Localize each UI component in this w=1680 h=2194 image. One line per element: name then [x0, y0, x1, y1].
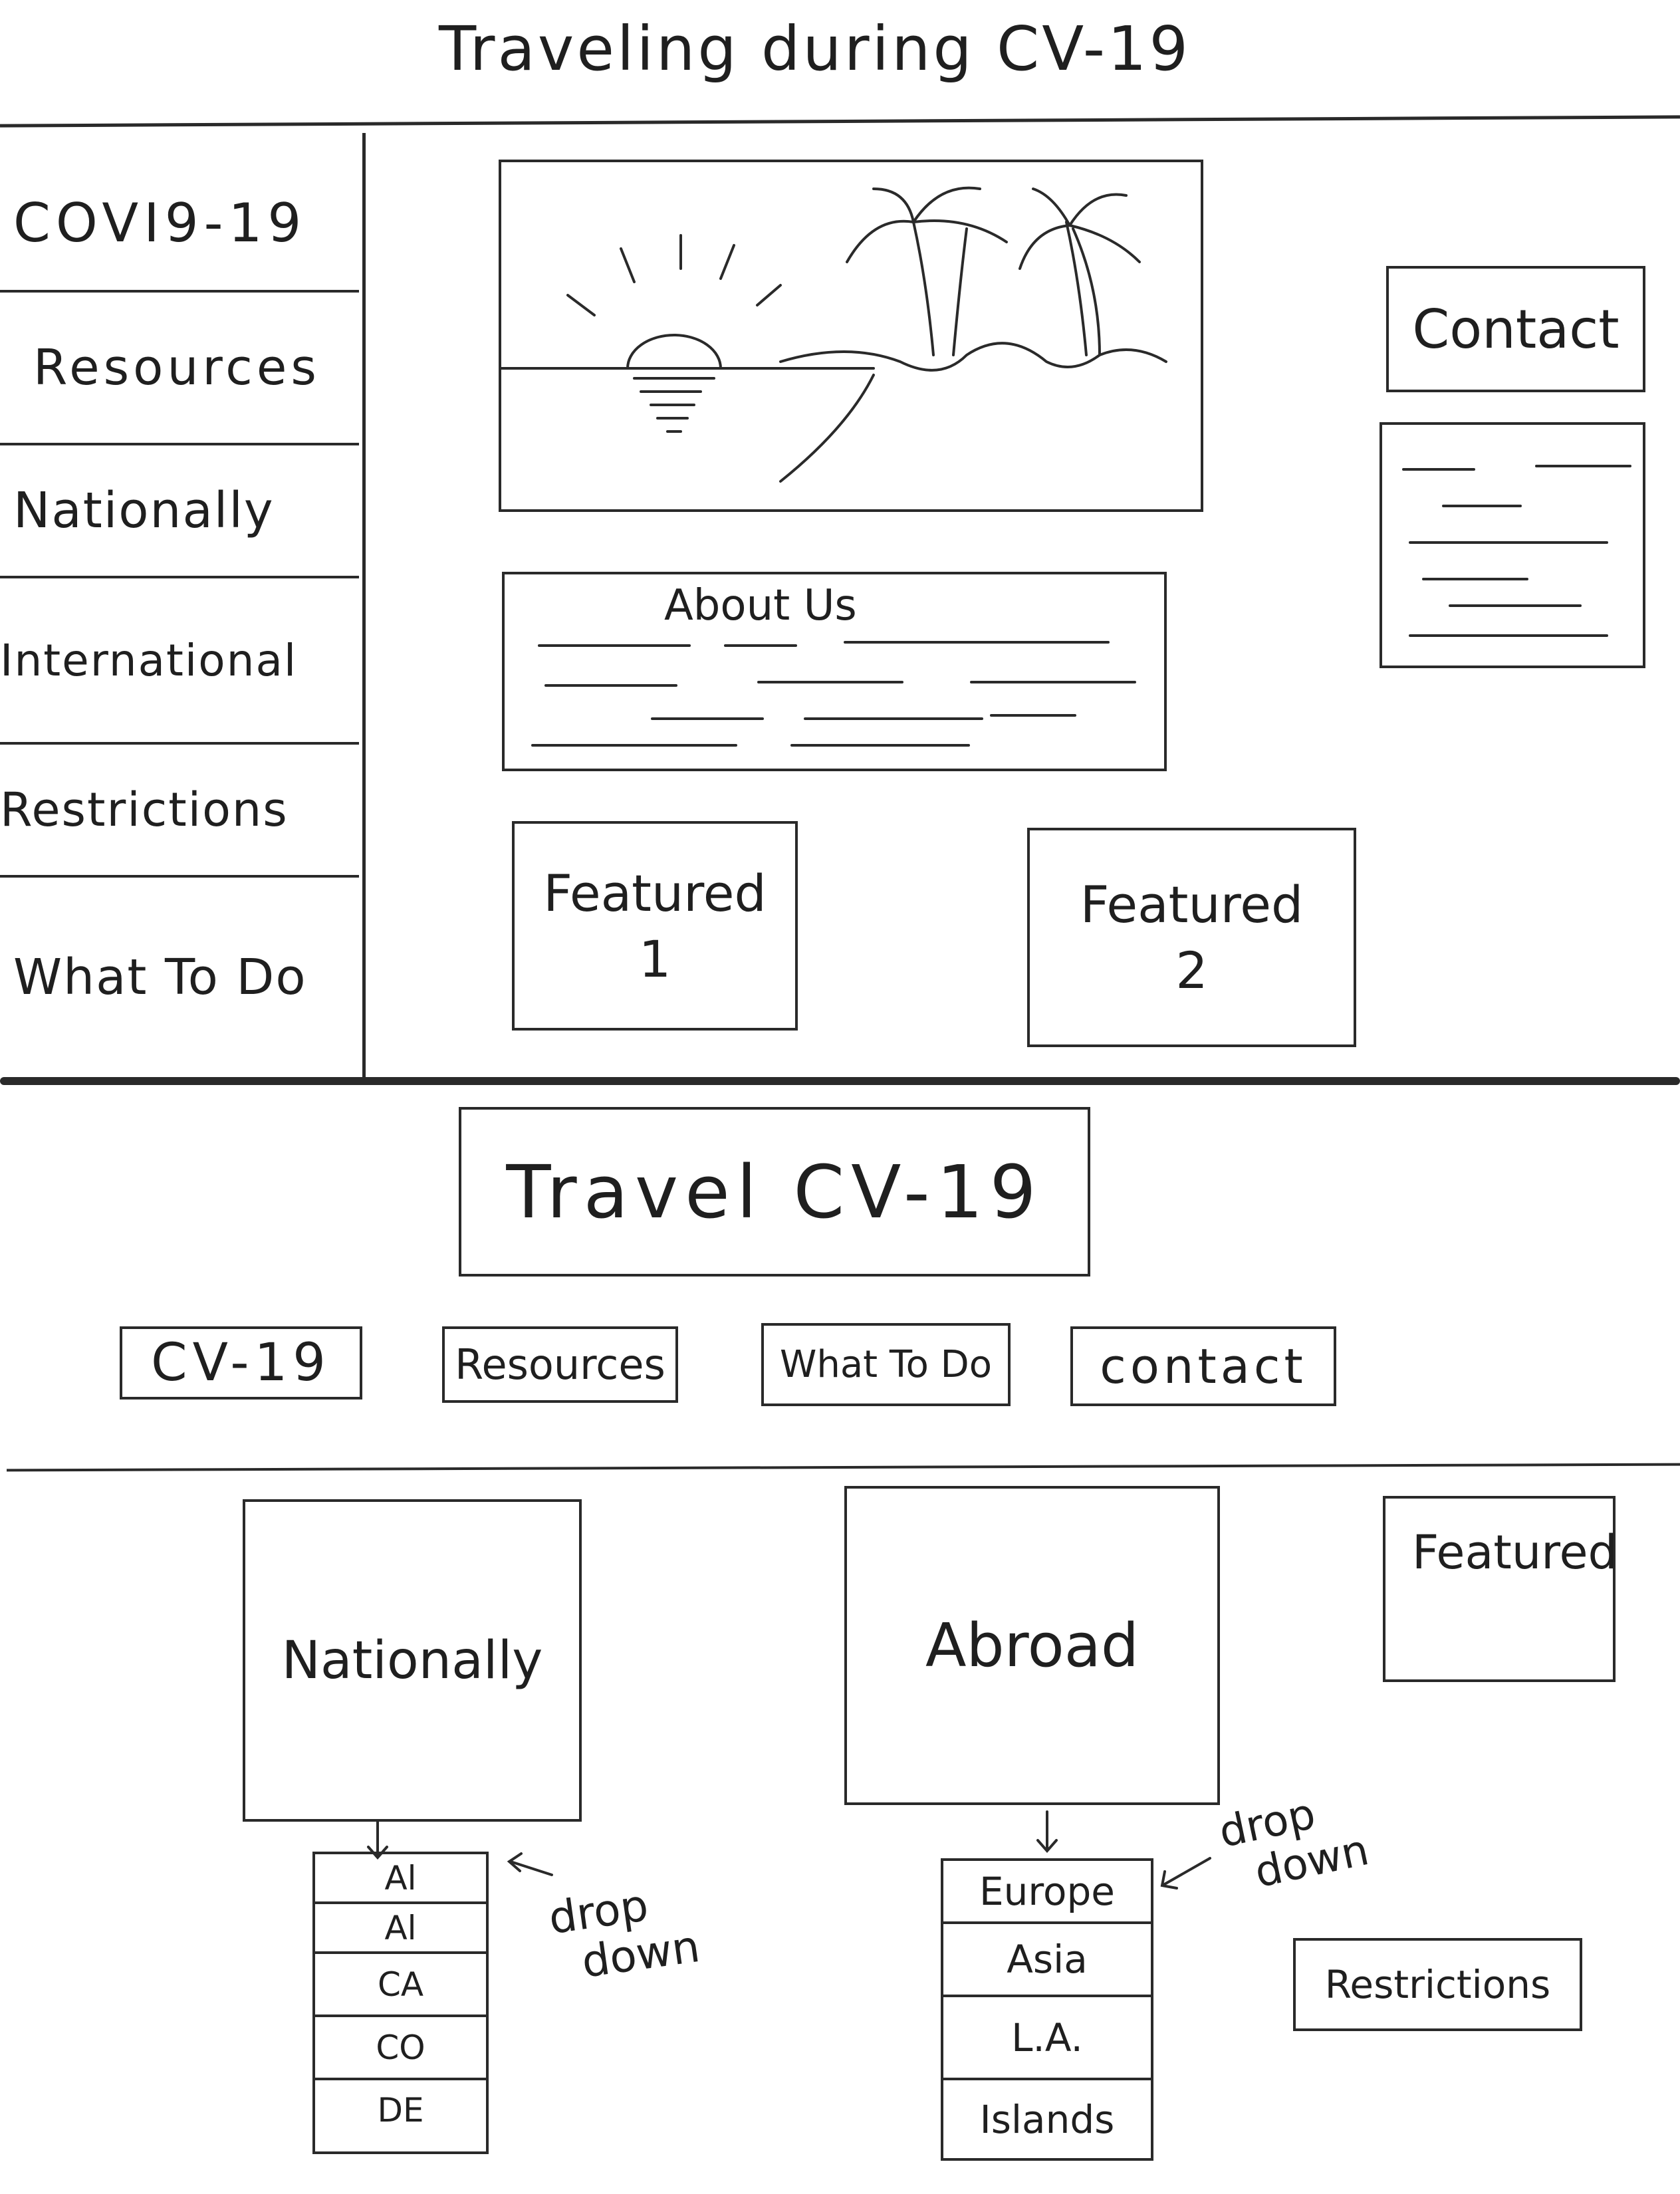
annotation-arrow-icon	[507, 1852, 553, 1876]
dropdown-option[interactable]: Europe	[943, 1861, 1151, 1924]
contact-info-panel	[1380, 422, 1645, 668]
dropdown-option[interactable]: DE	[315, 2080, 486, 2140]
sidebar-item-nationally[interactable]: Nationally	[0, 445, 359, 578]
about-us-text-line	[651, 717, 764, 720]
dropdown-option-label: L.A.	[1011, 2014, 1083, 2060]
restrictions-label: Restrictions	[1324, 1962, 1551, 2007]
sidebar-item-label: COVI9-19	[13, 192, 307, 254]
wireframe1-header-divider	[0, 115, 1680, 128]
dropdown-option[interactable]: L.A.	[943, 1997, 1151, 2080]
arrow-down-icon	[1036, 1810, 1058, 1854]
annotation-arrow-icon	[1160, 1857, 1211, 1889]
contact-button-label: Contact	[1412, 298, 1620, 360]
dropdown-option[interactable]: Al	[315, 1904, 486, 1954]
featured-panel[interactable]: Featured	[1383, 1496, 1618, 1682]
dropdown-option-label: DE	[377, 2091, 424, 2130]
nationally-panel[interactable]: Nationally	[243, 1499, 582, 1822]
sidebar-item-label: Nationally	[13, 482, 275, 539]
contact-text-line	[1422, 578, 1528, 580]
contact-text-line	[1402, 468, 1475, 471]
sidebar-item-what-to-do[interactable]: What To Do	[0, 878, 359, 1077]
sidebar-item-label: What To Do	[13, 949, 307, 1006]
about-us-heading: About Us	[664, 581, 857, 630]
hero-image	[499, 160, 1203, 512]
sidebar-item-covid19[interactable]: COVI9-19	[0, 156, 359, 293]
about-us-text-line	[990, 714, 1076, 717]
sidebar-item-label: International	[0, 634, 298, 686]
about-us-panel: About Us	[502, 572, 1167, 771]
nav-what-to-do-button[interactable]: What To Do	[761, 1323, 1011, 1406]
about-us-text-line	[538, 644, 691, 647]
wireframe1-title: Traveling during CV-19	[439, 13, 1191, 84]
contact-button[interactable]: Contact	[1386, 266, 1645, 392]
wireframe-separator	[0, 1077, 1680, 1085]
dropdown-option-label: CO	[376, 2028, 425, 2067]
nav-contact-label: contact	[1100, 1338, 1307, 1394]
contact-text-line	[1442, 505, 1522, 507]
contact-text-line	[1449, 604, 1582, 607]
featured-2-label: Featured	[1080, 875, 1304, 934]
nationally-label: Nationally	[281, 1630, 543, 1691]
wireframe2-title: Travel CV-19	[506, 1149, 1043, 1235]
dropdown-option-label: Europe	[979, 1868, 1115, 1914]
featured-1-card[interactable]: Featured 1	[512, 821, 798, 1031]
sidebar-item-international[interactable]: International	[0, 578, 359, 745]
featured-2-card[interactable]: Featured 2	[1027, 828, 1356, 1047]
featured-label: Featured	[1412, 1525, 1618, 1580]
nav-covid19-button[interactable]: CV-19	[120, 1326, 362, 1400]
abroad-dropdown: Europe Asia L.A. Islands	[941, 1858, 1153, 2161]
featured-1-number: 1	[638, 929, 671, 989]
about-us-text-line	[724, 644, 797, 647]
sidebar-item-resources[interactable]: Resources	[0, 293, 359, 445]
wireframe2-nav-divider	[7, 1463, 1680, 1472]
about-us-text-line	[544, 684, 677, 687]
dropdown-option-label: Al	[384, 1908, 417, 1947]
about-us-text-line	[757, 681, 903, 683]
about-us-text-line	[804, 717, 983, 720]
about-us-text-line	[531, 744, 737, 747]
about-us-text-line	[844, 641, 1110, 644]
contact-text-line	[1535, 465, 1631, 467]
contact-text-line	[1409, 634, 1608, 637]
featured-1-label: Featured	[543, 863, 767, 923]
dropdown-option[interactable]: CA	[315, 1954, 486, 2017]
dropdown-annotation: drop down	[546, 1876, 703, 1991]
about-us-text-line	[790, 744, 970, 747]
dropdown-annotation: drop down	[1215, 1781, 1373, 1901]
sidebar-divider	[362, 133, 366, 1084]
nav-covid19-label: CV-19	[151, 1333, 331, 1393]
about-us-text-line	[970, 681, 1136, 683]
nav-resources-label: Resources	[455, 1340, 665, 1389]
nationally-dropdown: Al Al CA CO DE	[312, 1852, 489, 2154]
contact-text-line	[1409, 541, 1608, 544]
sidebar: COVI9-19 Resources Nationally Internatio…	[0, 133, 362, 1084]
sidebar-item-restrictions[interactable]: Restrictions	[0, 745, 359, 878]
abroad-panel[interactable]: Abroad	[844, 1486, 1220, 1805]
beach-sunset-palm-trees-icon	[500, 186, 1167, 483]
dropdown-option-label: CA	[377, 1965, 424, 2004]
featured-2-number: 2	[1175, 941, 1208, 1000]
restrictions-button[interactable]: Restrictions	[1293, 1938, 1582, 2031]
sidebar-item-label: Resources	[33, 339, 320, 396]
dropdown-option[interactable]: Asia	[943, 1924, 1151, 1997]
dropdown-option-label: Al	[384, 1858, 417, 1897]
dropdown-option[interactable]: Islands	[943, 2080, 1151, 2158]
dropdown-option-label: Islands	[979, 2096, 1115, 2142]
abroad-label: Abroad	[925, 1610, 1140, 1681]
dropdown-option[interactable]: Al	[315, 1854, 486, 1904]
wireframe2-title-box: Travel CV-19	[459, 1107, 1090, 1277]
nav-resources-button[interactable]: Resources	[442, 1326, 678, 1403]
dropdown-option-label: Asia	[1007, 1937, 1088, 1982]
nav-contact-button[interactable]: contact	[1070, 1326, 1336, 1406]
nav-what-to-do-label: What To Do	[779, 1343, 993, 1386]
dropdown-option[interactable]: CO	[315, 2017, 486, 2080]
sidebar-item-label: Restrictions	[0, 783, 289, 837]
